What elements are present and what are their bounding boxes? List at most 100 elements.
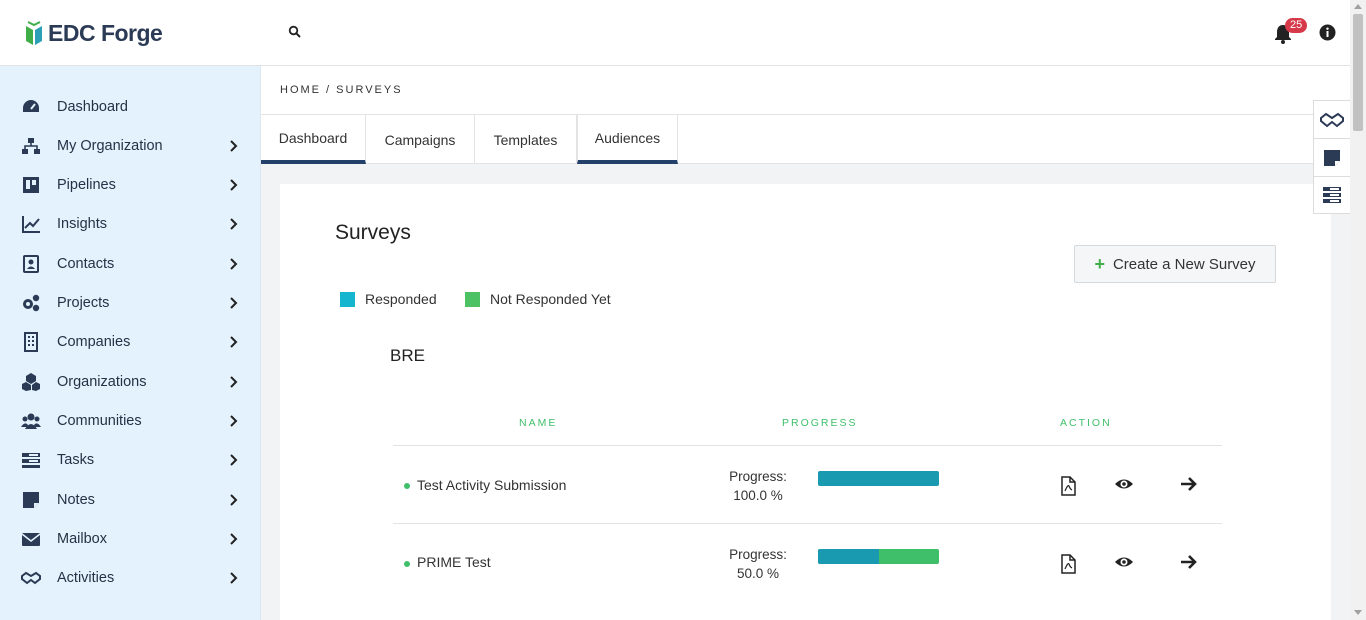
line-chart-icon xyxy=(22,215,40,233)
chevron-right-icon xyxy=(230,139,238,152)
breadcrumb[interactable]: HOME / SURVEYS xyxy=(280,84,403,96)
tab-dashboard[interactable]: Dashboard xyxy=(261,115,366,164)
sidebar-item-label: Projects xyxy=(57,294,110,311)
contact-card-icon xyxy=(23,254,39,273)
status-dot xyxy=(404,561,410,567)
chevron-right-icon xyxy=(230,453,238,466)
cubes-icon xyxy=(22,372,40,391)
users-icon xyxy=(21,413,41,429)
chevron-right-icon xyxy=(230,493,238,506)
survey-name[interactable]: PRIME Test xyxy=(417,554,491,570)
main-content: HOME / SURVEYS Dashboard Campaigns Templ… xyxy=(261,66,1350,620)
eye-icon[interactable] xyxy=(1114,552,1134,572)
sidebar-item-projects[interactable]: Projects xyxy=(0,283,261,322)
scroll-thumb[interactable] xyxy=(1353,14,1363,131)
chevron-right-icon xyxy=(230,571,238,584)
create-survey-label: Create a New Survey xyxy=(1112,255,1256,273)
tasks-icon xyxy=(1323,187,1341,203)
pdf-icon[interactable] xyxy=(1058,476,1078,496)
pdf-icon[interactable] xyxy=(1058,554,1078,574)
sidebar-item-activities[interactable]: Activities xyxy=(0,558,261,597)
top-bar: EDC Forge 25 xyxy=(0,0,1350,66)
tabs-bar: Dashboard Campaigns Templates Audiences xyxy=(261,115,1350,164)
chevron-right-icon xyxy=(230,375,238,388)
info-icon[interactable] xyxy=(1319,24,1336,41)
survey-name[interactable]: Test Activity Submission xyxy=(417,477,566,493)
table-row: PRIME Test Progress: 50.0 % xyxy=(393,524,1222,602)
arrow-right-icon[interactable] xyxy=(1179,474,1199,494)
note-icon xyxy=(23,491,39,508)
progress-label: Progress: xyxy=(729,469,787,484)
logo-mark-icon xyxy=(26,21,42,45)
sidebar-item-label: Pipelines xyxy=(57,176,116,193)
sidebar-item-insights[interactable]: Insights xyxy=(0,204,261,243)
sitemap-icon xyxy=(22,137,40,154)
eye-icon[interactable] xyxy=(1114,474,1134,494)
legend-label: Responded xyxy=(365,291,437,307)
sidebar-item-contacts[interactable]: Contacts xyxy=(0,244,261,283)
progress-bar-fill xyxy=(818,471,939,486)
sidebar-item-dashboard[interactable]: Dashboard xyxy=(0,87,261,126)
sidebar-item-communities[interactable]: Communities xyxy=(0,401,261,440)
progress-label: Progress: xyxy=(729,547,787,562)
sidebar-item-label: Dashboard xyxy=(57,98,128,115)
sidebar-item-label: Mailbox xyxy=(57,530,107,547)
chevron-right-icon xyxy=(230,257,238,270)
tab-campaigns[interactable]: Campaigns xyxy=(366,115,475,164)
sidebar-item-label: Notes xyxy=(57,491,95,508)
sidebar-item-label: Contacts xyxy=(57,255,115,272)
column-header-action: ACTION xyxy=(1060,417,1112,429)
logo[interactable]: EDC Forge xyxy=(24,20,163,47)
floating-tools xyxy=(1313,100,1351,214)
scroll-up-arrow-icon[interactable] xyxy=(1354,4,1362,9)
tab-templates[interactable]: Templates xyxy=(475,115,577,164)
survey-group-title: BRE xyxy=(390,346,425,365)
scroll-down-arrow-icon[interactable] xyxy=(1354,610,1362,615)
sidebar-item-companies[interactable]: Companies xyxy=(0,322,261,361)
sidebar-item-label: Companies xyxy=(57,333,131,350)
column-header-progress: PROGRESS xyxy=(782,417,858,429)
legend-responded: Responded xyxy=(340,291,437,307)
sidebar-item-pipelines[interactable]: Pipelines xyxy=(0,165,261,204)
building-icon xyxy=(24,331,38,352)
chevron-right-icon xyxy=(230,296,238,309)
legend-not-responded: Not Responded Yet xyxy=(465,291,611,307)
gauge-icon xyxy=(23,99,39,112)
logo-text: EDC Forge xyxy=(48,20,163,46)
chevron-right-icon xyxy=(230,178,238,191)
floating-tasks-button[interactable] xyxy=(1313,176,1351,214)
legend-swatch-responded xyxy=(340,291,355,307)
sidebar-item-label: Tasks xyxy=(57,451,95,468)
create-survey-button[interactable]: + Create a New Survey xyxy=(1074,245,1276,283)
page-title: Surveys xyxy=(335,221,411,244)
arrow-right-icon[interactable] xyxy=(1179,552,1199,572)
sidebar-item-my-organization[interactable]: My Organization xyxy=(0,126,261,165)
sidebar-item-tasks[interactable]: Tasks xyxy=(0,440,261,479)
progress-text: Progress: 100.0 % xyxy=(723,467,793,505)
chevron-right-icon xyxy=(230,414,238,427)
envelope-icon xyxy=(21,532,41,546)
progress-value: 100.0 % xyxy=(733,488,783,503)
chevron-right-icon xyxy=(230,335,238,348)
floating-notes-button[interactable] xyxy=(1313,138,1351,176)
legend-swatch-not-responded xyxy=(465,291,480,307)
sidebar-item-label: Communities xyxy=(57,412,142,429)
cogs-icon xyxy=(23,294,40,311)
sidebar: Dashboard My Organization Pipelines Insi… xyxy=(0,66,261,620)
progress-text: Progress: 50.0 % xyxy=(723,545,793,583)
surveys-card: Surveys + Create a New Survey Responded … xyxy=(280,184,1331,620)
chevron-right-icon xyxy=(230,532,238,545)
tab-audiences[interactable]: Audiences xyxy=(577,115,678,164)
search-icon[interactable] xyxy=(288,25,302,39)
note-icon xyxy=(1324,149,1340,166)
tasks-icon xyxy=(22,452,40,468)
page-scrollbar[interactable] xyxy=(1350,0,1366,620)
sidebar-item-label: Activities xyxy=(57,569,115,586)
sidebar-item-notes[interactable]: Notes xyxy=(0,480,261,519)
sidebar-item-mailbox[interactable]: Mailbox xyxy=(0,519,261,558)
sidebar-item-organizations[interactable]: Organizations xyxy=(0,362,261,401)
handshake-icon xyxy=(1320,112,1344,127)
floating-activities-button[interactable] xyxy=(1313,100,1351,138)
legend-label: Not Responded Yet xyxy=(490,291,611,307)
sidebar-item-label: My Organization xyxy=(57,137,163,154)
